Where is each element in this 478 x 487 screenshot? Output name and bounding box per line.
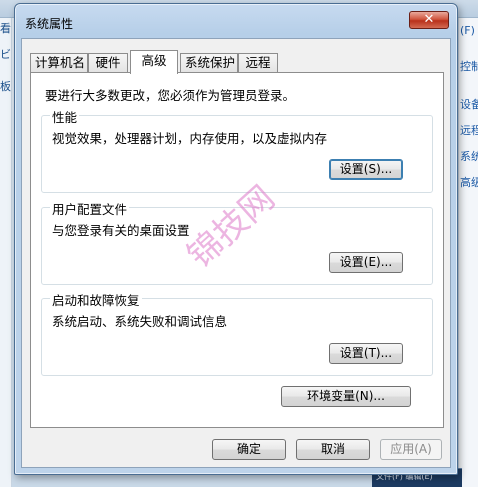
background-link[interactable]: 设备 xyxy=(460,96,478,112)
background-link[interactable]: 高级 xyxy=(460,174,478,190)
system-properties-dialog: 系统属性 ✕ 计算机名 硬件 高级 系统保护 远程 要进行大多数更改，您必须作为… xyxy=(14,3,458,475)
tab-advanced[interactable]: 高级 xyxy=(130,50,178,74)
environment-variables-button[interactable]: 环境变量(N)... xyxy=(281,386,411,407)
background-right-panel: (F) 控制 设备 远程 系统 高级 xyxy=(458,18,478,487)
user-profiles-settings-button[interactable]: 设置(E)... xyxy=(329,252,403,273)
admin-note: 要进行大多数更改，您必须作为管理员登录。 xyxy=(45,88,296,103)
background-link[interactable]: 远程 xyxy=(460,122,478,138)
cancel-button[interactable]: 取消 xyxy=(296,439,370,460)
user-profiles-group-title: 用户配置文件 xyxy=(50,199,130,218)
startup-recovery-description: 系统启动、系统失败和调试信息 xyxy=(52,314,228,329)
background-link[interactable]: 控制 xyxy=(460,58,478,74)
startup-recovery-settings-button[interactable]: 设置(T)... xyxy=(329,343,403,364)
ok-button[interactable]: 确定 xyxy=(212,439,286,460)
advanced-tab-panel: 要进行大多数更改，您必须作为管理员登录。 性能 视觉效果，处理器计划，内存使用，… xyxy=(30,72,444,428)
window-title: 系统属性 xyxy=(25,17,74,31)
user-profiles-description: 与您登录有关的桌面设置 xyxy=(52,223,190,238)
tab-computer-name[interactable]: 计算机名 xyxy=(30,53,88,73)
tab-hardware[interactable]: 硬件 xyxy=(88,53,128,73)
background-left-char: 板 xyxy=(0,80,11,93)
apply-button[interactable]: 应用(A) xyxy=(380,439,442,460)
tab-system-protection[interactable]: 系统保护 xyxy=(180,53,238,73)
dialog-client-area: 计算机名 硬件 高级 系统保护 远程 要进行大多数更改，您必须作为管理员登录。 … xyxy=(21,38,451,468)
background-link[interactable]: 系统 xyxy=(460,148,478,164)
close-button[interactable]: ✕ xyxy=(409,11,449,29)
tab-remote[interactable]: 远程 xyxy=(238,53,278,73)
performance-group: 性能 视觉效果，处理器计划，内存使用，以及虚拟内存 设置(S)... xyxy=(41,107,433,193)
user-profiles-group: 用户配置文件 与您登录有关的桌面设置 设置(E)... xyxy=(41,199,433,285)
performance-description: 视觉效果，处理器计划，内存使用，以及虚拟内存 xyxy=(52,131,328,146)
startup-recovery-group-title: 启动和故障恢复 xyxy=(50,290,142,309)
background-left-char: ビ xyxy=(0,48,11,61)
performance-group-title: 性能 xyxy=(50,107,80,126)
performance-settings-button[interactable]: 设置(S)... xyxy=(329,159,403,180)
title-bar[interactable]: 系统属性 ✕ xyxy=(15,4,457,38)
background-left-strip: 看 ビ 板 xyxy=(0,18,12,487)
startup-recovery-group: 启动和故障恢复 系统启动、系统失败和调试信息 设置(T)... xyxy=(41,290,433,376)
close-icon: ✕ xyxy=(423,12,435,27)
background-left-char: 看 xyxy=(0,22,11,35)
background-link[interactable]: (F) xyxy=(460,24,475,37)
